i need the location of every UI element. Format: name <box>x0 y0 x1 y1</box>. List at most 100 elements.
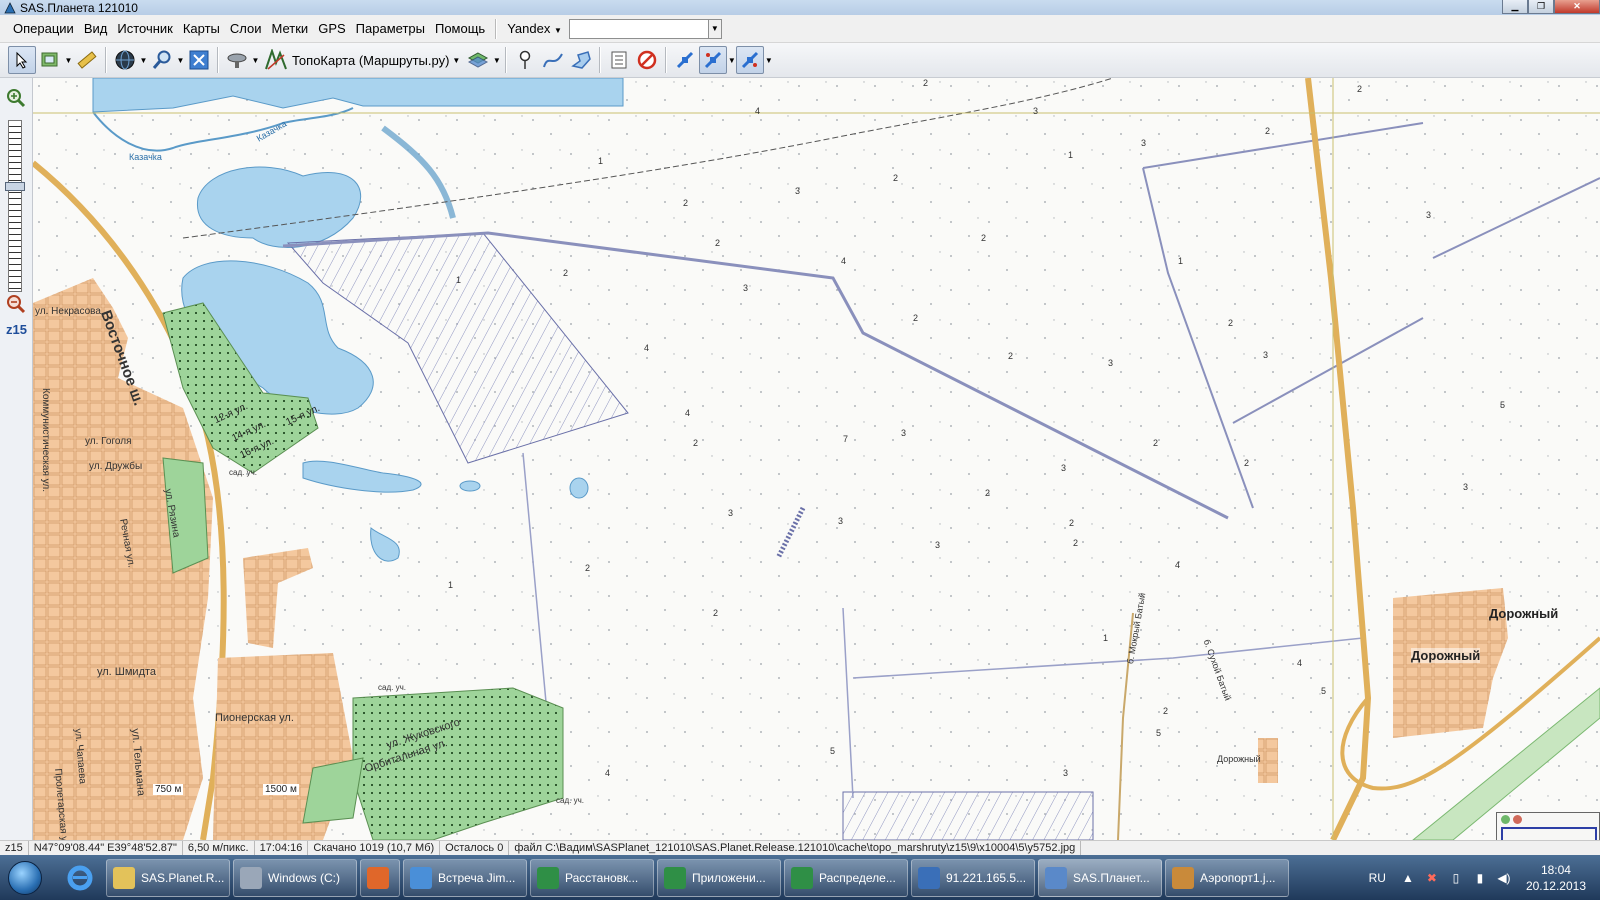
taskbar-item[interactable]: Аэропорт1.j... <box>1165 858 1289 897</box>
zoom-out-icon[interactable] <box>6 294 26 314</box>
chevron-down-icon[interactable]: ▼ <box>251 56 260 65</box>
signal-icon[interactable]: ▮ <box>1472 871 1488 885</box>
status-time: 17:04:16 <box>255 841 309 855</box>
search-history-dropdown[interactable]: ▼ <box>708 18 722 39</box>
add-placemark-button[interactable] <box>511 46 539 74</box>
map-source-dropdown[interactable]: ТопоКарта (Маршруты.ру) ▼ <box>260 46 464 74</box>
layers-button[interactable] <box>464 46 492 74</box>
fullscreen-button[interactable] <box>185 46 213 74</box>
topographic-map <box>33 78 1600 840</box>
spot-height-label: 4 <box>755 106 761 116</box>
status-coordinates: N47°09'08.44" E39°48'52.87" <box>29 841 183 855</box>
marks-manager-button[interactable] <box>605 46 633 74</box>
language-indicator[interactable]: RU <box>1369 871 1386 885</box>
taskbar-item[interactable]: 91.221.165.5... <box>911 858 1035 897</box>
spot-height-label: 3 <box>1063 768 1069 778</box>
residential-dorozhny-small <box>1258 738 1278 783</box>
restore-icon: ❐ <box>1536 1 1546 11</box>
search-input[interactable] <box>568 18 709 39</box>
tray-expand-icon[interactable]: ▲ <box>1400 871 1416 885</box>
menu-view[interactable]: Вид <box>79 21 113 36</box>
minimize-button[interactable]: ▁ <box>1502 0 1528 14</box>
spot-height-label: 3 <box>1061 463 1067 473</box>
window-title: SAS.Планета 121010 <box>20 0 138 15</box>
zoom-in-icon[interactable] <box>6 88 26 108</box>
main-toolbar: ▼ ▼ ▼ ▼ ТопоКарта (Маршруты.ру) ▼ ▼ ▼ ▼ <box>0 43 1600 78</box>
app-icon <box>791 866 813 889</box>
minimize-icon: ▁ <box>1511 1 1519 11</box>
satellite-button[interactable] <box>223 46 251 74</box>
taskbar-item[interactable]: SAS.Планет... <box>1038 858 1162 897</box>
gps-connect-button[interactable] <box>671 46 699 74</box>
volume-icon[interactable]: ◀) <box>1496 871 1512 885</box>
spot-height-label: 3 <box>728 508 734 518</box>
add-polygon-button[interactable] <box>567 46 595 74</box>
gps-satellite-icon <box>677 51 694 69</box>
taskbar-item[interactable]: SAS.Planet.R... <box>106 858 230 897</box>
start-button[interactable] <box>0 857 50 899</box>
mini-map-plus-icon[interactable] <box>1501 815 1510 824</box>
zoom-slider-thumb[interactable] <box>5 182 25 191</box>
chevron-down-icon[interactable]: ▼ <box>764 56 773 65</box>
move-tool-button[interactable] <box>8 46 36 74</box>
maximize-button[interactable]: ❐ <box>1528 0 1554 14</box>
pinned-ie[interactable] <box>54 858 106 898</box>
hide-marks-button[interactable] <box>633 46 661 74</box>
taskbar-item[interactable]: Windows (C:) <box>233 858 357 897</box>
add-path-button[interactable] <box>539 46 567 74</box>
map-view[interactable]: 2 3 4 1 2 3 2 2 1 3 2 2 4 1 3 2 2 3 2 4 2 3 2 3 5 3 4 2 3 2 3 2 1 3 2 2 4 5 4 5… <box>33 78 1600 840</box>
globe-button[interactable] <box>111 46 139 74</box>
chevron-down-icon[interactable]: ▼ <box>727 56 736 65</box>
zoom-tool-button[interactable] <box>148 46 176 74</box>
spot-height-label: 2 <box>683 198 689 208</box>
spot-height-label: 3 <box>838 516 844 526</box>
chevron-down-icon[interactable]: ▼ <box>492 56 501 65</box>
ruler-icon <box>77 51 97 69</box>
close-icon: ✕ <box>1573 1 1581 11</box>
menu-maps[interactable]: Карты <box>178 21 225 36</box>
chevron-down-icon[interactable]: ▼ <box>64 56 73 65</box>
mini-map-viewport[interactable] <box>1501 827 1597 840</box>
area-select-icon <box>41 52 58 67</box>
chevron-down-icon[interactable]: ▼ <box>139 56 148 65</box>
app-icon <box>1045 866 1067 889</box>
select-area-button[interactable] <box>36 46 64 74</box>
taskbar-item[interactable]: Встреча Jim... <box>403 858 527 897</box>
clock[interactable]: 18:04 20.12.2013 <box>1526 862 1586 894</box>
search-provider-dropdown[interactable]: Yandex ▼ <box>502 21 567 36</box>
app-icon <box>113 866 135 889</box>
taskbar-item[interactable]: Распределе... <box>784 858 908 897</box>
spot-height-label: 1 <box>448 580 454 590</box>
menu-help[interactable]: Помощь <box>430 21 490 36</box>
street-label: ул. Гоголя <box>85 436 132 447</box>
device-icon[interactable]: ▯ <box>1448 871 1464 885</box>
menu-gps[interactable]: GPS <box>313 21 350 36</box>
ruler-button[interactable] <box>73 46 101 74</box>
satellite-dish-icon <box>227 53 247 68</box>
menu-source[interactable]: Источник <box>112 21 178 36</box>
forbidden-icon <box>638 50 657 70</box>
taskbar-item[interactable] <box>360 858 400 897</box>
status-remaining: Осталось 0 <box>440 841 510 855</box>
spot-height-label: 2 <box>913 313 919 323</box>
gps-track-button[interactable] <box>699 46 728 74</box>
menu-marks[interactable]: Метки <box>267 21 314 36</box>
menu-layers[interactable]: Слои <box>225 21 267 36</box>
close-button[interactable]: ✕ <box>1554 0 1600 14</box>
menu-parameters[interactable]: Параметры <box>351 21 430 36</box>
zoom-slider-track[interactable] <box>8 120 22 292</box>
menu-operations[interactable]: Операции <box>8 21 79 36</box>
spot-height-label: 2 <box>1008 351 1014 361</box>
network-error-icon[interactable]: ✖ <box>1424 871 1440 885</box>
taskbar-item[interactable]: Расстановк... <box>530 858 654 897</box>
mini-map-minus-icon[interactable] <box>1513 815 1522 824</box>
gps-center-button[interactable] <box>736 46 765 74</box>
street-label: ул. Некрасова <box>35 306 101 317</box>
taskbar-item[interactable]: Приложени... <box>657 858 781 897</box>
map-label: Дорожный <box>1217 754 1261 764</box>
system-tray: RU ▲ ✖ ▯ ▮ ◀) 18:04 20.12.2013 <box>1369 855 1600 900</box>
mini-map[interactable] <box>1496 812 1600 840</box>
chevron-down-icon[interactable]: ▼ <box>176 56 185 65</box>
title-bar: SAS.Планета 121010 ▁ ❐ ✕ <box>0 0 1600 15</box>
spot-height-label: 2 <box>1265 126 1271 136</box>
